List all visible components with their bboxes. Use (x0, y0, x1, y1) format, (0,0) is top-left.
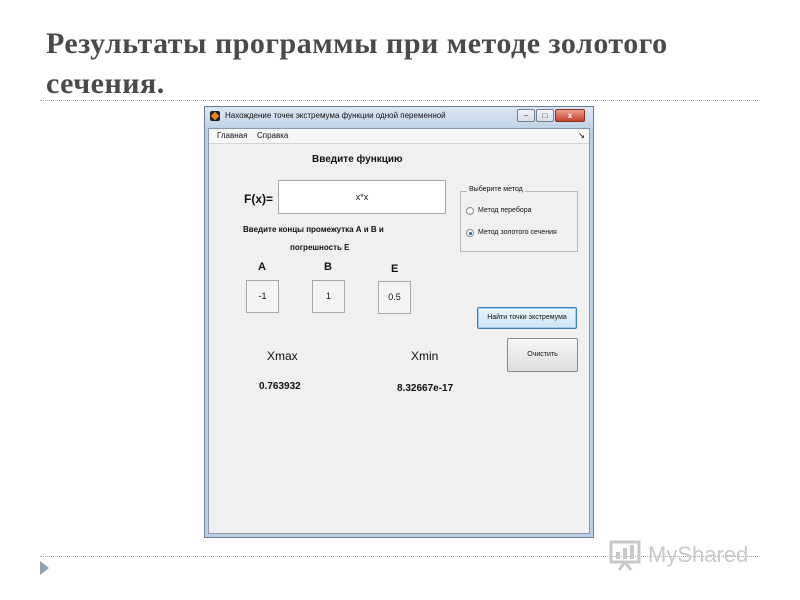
menu-arrow-icon[interactable]: ↘ (578, 131, 585, 140)
interval-prompt-line2: погрешность Е (290, 243, 350, 252)
e-input[interactable]: 0.5 (378, 281, 411, 314)
b-label: B (324, 261, 332, 273)
function-input[interactable]: x*x (278, 180, 446, 214)
presentation-board-icon (609, 540, 641, 571)
radio-brute-force[interactable] (466, 207, 474, 215)
logo-text: MyShared (648, 542, 749, 567)
slide-title: Результаты программы при методе золотого… (46, 27, 668, 100)
function-label: F(x)= (244, 192, 274, 206)
clear-button[interactable]: Очистить (507, 338, 578, 372)
site-logo: MyShared (608, 538, 768, 572)
method-group-title: Выберите метод (467, 186, 525, 193)
close-button[interactable]: x (555, 109, 585, 122)
a-input[interactable]: -1 (246, 280, 279, 313)
menu-main[interactable]: Главная (217, 131, 247, 140)
e-label: E (391, 263, 399, 275)
menu-bar: Главная Справка ↘ (209, 129, 589, 144)
window-title: Нахождение точек экстремума функции одно… (225, 111, 446, 120)
a-label: A (258, 261, 266, 273)
minimize-button[interactable]: – (517, 109, 535, 122)
window-client-area: Главная Справка ↘ Введите функцию F(x)= … (208, 128, 590, 534)
radio-golden-section-label[interactable]: Метод золотого сечения (478, 229, 557, 236)
app-window: Нахождение точек экстремума функции одно… (204, 106, 594, 538)
xmin-value: 8.32667e-17 (397, 383, 454, 394)
slide-bullet-icon (40, 561, 49, 575)
radio-golden-section[interactable] (466, 229, 474, 237)
app-icon (210, 111, 220, 121)
xmax-value: 0.763932 (259, 381, 301, 392)
menu-help[interactable]: Справка (257, 131, 288, 140)
window-titlebar[interactable]: Нахождение точек экстремума функции одно… (205, 107, 593, 127)
b-input[interactable]: 1 (312, 280, 345, 313)
find-extremum-button[interactable]: Найти точки экстремума (477, 307, 577, 329)
maximize-button[interactable]: □ (536, 109, 554, 122)
function-heading: Введите функцию (312, 154, 403, 165)
top-divider (40, 100, 760, 101)
interval-prompt-line1: Введите концы промежутка А и В и (243, 225, 384, 234)
radio-brute-force-label[interactable]: Метод перебора (478, 207, 532, 214)
xmax-label: Xmax (267, 349, 298, 363)
xmin-label: Xmin (411, 349, 439, 363)
method-group: Выберите метод Метод перебора Метод золо… (460, 186, 578, 252)
